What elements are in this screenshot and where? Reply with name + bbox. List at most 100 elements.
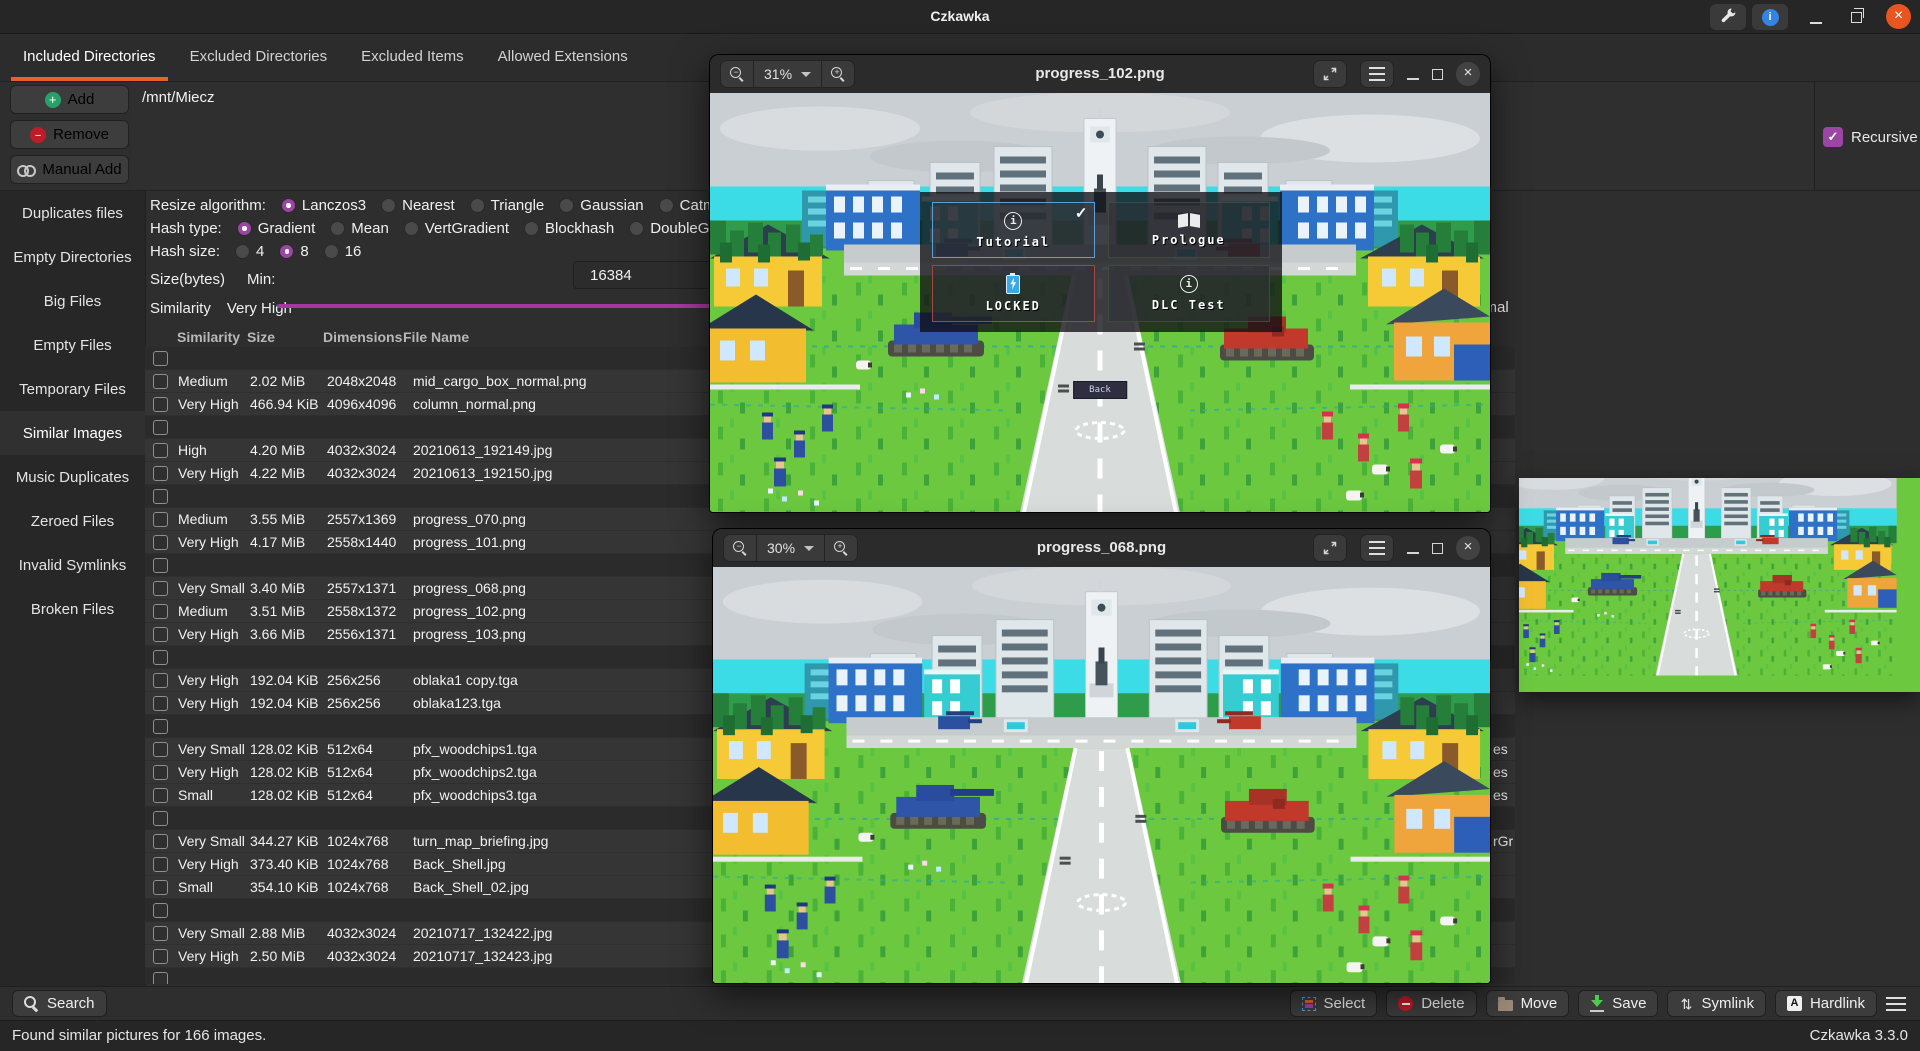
viewer-close-button[interactable]: [1456, 62, 1480, 86]
row-checkbox[interactable]: [153, 420, 168, 435]
row-checkbox[interactable]: [153, 949, 168, 964]
cell-c0: Very Small: [178, 922, 245, 945]
header-file-name[interactable]: File Name: [403, 327, 469, 347]
row-checkbox[interactable]: [153, 696, 168, 711]
row-checkbox[interactable]: [153, 489, 168, 504]
row-checkbox[interactable]: [153, 466, 168, 481]
row-checkbox[interactable]: [153, 765, 168, 780]
resize-algorithm-option-triangle[interactable]: Triangle: [470, 197, 545, 214]
add-directory-button[interactable]: Add: [10, 85, 129, 114]
viewer-headerbar[interactable]: progress_068.png − 30% +: [713, 529, 1490, 568]
recursive-toggle[interactable]: Recursive: [1823, 127, 1918, 147]
row-checkbox[interactable]: [153, 512, 168, 527]
viewer-menu-button[interactable]: [1360, 60, 1394, 88]
row-checkbox[interactable]: [153, 558, 168, 573]
row-checkbox[interactable]: [153, 811, 168, 826]
tab-included-directories[interactable]: Included Directories: [6, 34, 173, 81]
resize-algorithm-option-nearest[interactable]: Nearest: [381, 197, 455, 214]
cell-c1: 2.50 MiB: [250, 945, 305, 968]
row-checkbox[interactable]: [153, 903, 168, 918]
symlink-button[interactable]: Symlink: [1667, 990, 1766, 1017]
header-similarity[interactable]: Similarity: [177, 327, 240, 347]
hash-size-option-16[interactable]: 16: [324, 243, 362, 260]
sidebar-item-zeroed-files[interactable]: Zeroed Files: [0, 499, 145, 543]
move-button[interactable]: Move: [1486, 990, 1570, 1017]
zoom-level-dropdown[interactable]: 31%: [754, 60, 821, 88]
tab-excluded-directories[interactable]: Excluded Directories: [173, 34, 345, 81]
row-checkbox[interactable]: [153, 834, 168, 849]
select-button[interactable]: Select: [1290, 990, 1378, 1017]
row-checkbox[interactable]: [153, 604, 168, 619]
tab-allowed-extensions[interactable]: Allowed Extensions: [481, 34, 645, 81]
row-checkbox[interactable]: [153, 627, 168, 642]
hash-size-option-8[interactable]: 8: [279, 243, 308, 260]
row-checkbox[interactable]: [153, 581, 168, 596]
zoom-out-button[interactable]: −: [720, 60, 754, 88]
row-checkbox[interactable]: [153, 374, 168, 389]
viewer-close-button[interactable]: [1456, 536, 1480, 560]
row-checkbox[interactable]: [153, 926, 168, 941]
row-checkbox[interactable]: [153, 972, 168, 985]
row-checkbox[interactable]: [153, 535, 168, 550]
sidebar-item-temporary-files[interactable]: Temporary Files: [0, 367, 145, 411]
hardlink-button[interactable]: Hardlink: [1775, 990, 1877, 1017]
viewer-maximize-button[interactable]: [1432, 543, 1443, 554]
tab-excluded-items[interactable]: Excluded Items: [344, 34, 481, 81]
header-dimensions[interactable]: Dimensions: [323, 327, 402, 347]
zoom-level-dropdown[interactable]: 30%: [757, 534, 824, 562]
hash-type-option-gradient[interactable]: Gradient: [237, 220, 316, 237]
row-checkbox[interactable]: [153, 673, 168, 688]
hash-size-option-4[interactable]: 4: [235, 243, 264, 260]
minimize-button[interactable]: [1806, 8, 1826, 26]
row-checkbox[interactable]: [153, 719, 168, 734]
manual-add-button[interactable]: Manual Add: [10, 155, 129, 184]
row-checkbox[interactable]: [153, 351, 168, 366]
viewer-menu-button[interactable]: [1360, 534, 1394, 562]
row-checkbox[interactable]: [153, 788, 168, 803]
remove-directory-button[interactable]: Remove: [10, 120, 129, 149]
row-checkbox[interactable]: [153, 880, 168, 895]
row-checkbox[interactable]: [153, 397, 168, 412]
about-info-button[interactable]: i: [1752, 4, 1788, 30]
save-button[interactable]: Save: [1578, 990, 1658, 1017]
zoom-out-button[interactable]: −: [723, 534, 757, 562]
sidebar-item-broken-files[interactable]: Broken Files: [0, 587, 145, 631]
cell-c1: 128.02 KiB: [250, 761, 319, 784]
settings-wrench-button[interactable]: [1710, 4, 1746, 30]
hash-type-option-mean[interactable]: Mean: [330, 220, 389, 237]
resize-algorithm-option-lanczos3[interactable]: Lanczos3: [281, 197, 366, 214]
viewer-minimize-button[interactable]: [1407, 78, 1419, 80]
sidebar-item-empty-files[interactable]: Empty Files: [0, 323, 145, 367]
row-checkbox[interactable]: [153, 857, 168, 872]
hash-type-option-vertgradient[interactable]: VertGradient: [404, 220, 509, 237]
row-checkbox[interactable]: [153, 742, 168, 757]
close-button[interactable]: [1886, 4, 1911, 29]
viewer-headerbar[interactable]: progress_102.png − 31% +: [710, 55, 1490, 94]
hash-type-option-blockhash[interactable]: Blockhash: [524, 220, 614, 237]
resize-algorithm-option-gaussian[interactable]: Gaussian: [559, 197, 643, 214]
viewer-minimize-button[interactable]: [1407, 552, 1419, 554]
expand-icon: [1323, 67, 1337, 81]
toolbar-menu-icon[interactable]: [1886, 997, 1906, 1011]
viewer-maximize-button[interactable]: [1432, 69, 1443, 80]
sidebar-item-duplicates-files[interactable]: Duplicates files: [0, 191, 145, 235]
fullscreen-button[interactable]: [1313, 60, 1347, 88]
zoom-in-button[interactable]: +: [821, 60, 855, 88]
header-size[interactable]: Size: [247, 327, 275, 347]
delete-button[interactable]: Delete: [1386, 990, 1476, 1017]
sidebar-item-invalid-symlinks[interactable]: Invalid Symlinks: [0, 543, 145, 587]
sidebar-item-similar-images[interactable]: Similar Images: [0, 411, 145, 455]
cell-c1: 354.10 KiB: [250, 876, 319, 899]
row-checkbox[interactable]: [153, 443, 168, 458]
zoom-in-icon: +: [831, 67, 845, 81]
sidebar-item-big-files[interactable]: Big Files: [0, 279, 145, 323]
fullscreen-button[interactable]: [1313, 534, 1347, 562]
restore-button[interactable]: [1846, 8, 1866, 26]
sidebar-item-empty-directories[interactable]: Empty Directories: [0, 235, 145, 279]
search-button[interactable]: Search: [12, 990, 107, 1017]
directory-path-row[interactable]: /mnt/Miecz: [142, 86, 215, 110]
sidebar-item-music-duplicates[interactable]: Music Duplicates: [0, 455, 145, 499]
cell-c2: 4096x4096: [327, 393, 396, 416]
zoom-in-button[interactable]: +: [824, 534, 858, 562]
row-checkbox[interactable]: [153, 650, 168, 665]
